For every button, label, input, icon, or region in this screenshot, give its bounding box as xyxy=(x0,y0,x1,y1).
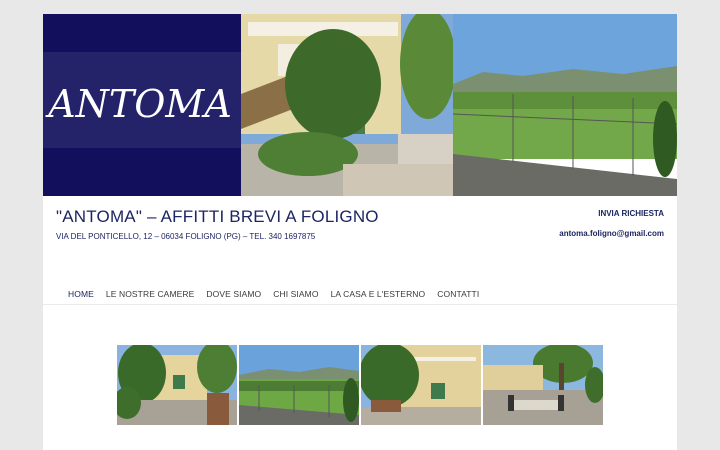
email-link[interactable]: antoma.foligno@gmail.com xyxy=(559,229,664,238)
nav-item-chi-siamo[interactable]: CHI SIAMO xyxy=(273,289,318,299)
photo-gallery xyxy=(117,345,603,425)
site-description: VIA DEL PONTICELLO, 12 – 06034 FOLIGNO (… xyxy=(56,232,316,241)
header-banner[interactable]: ANTOMA xyxy=(43,14,677,196)
patio-table-photo[interactable] xyxy=(483,345,603,425)
site-title[interactable]: "ANTOMA" – AFFITTI BREVI A FOLIGNO xyxy=(56,207,379,227)
nav-item-camere[interactable]: LE NOSTRE CAMERE xyxy=(106,289,195,299)
nav-item-home[interactable]: HOME xyxy=(68,289,94,299)
page-container: ANTOMA "ANTOMA" – AFFITTI BREVI A FOLIGN… xyxy=(43,14,677,450)
nav-item-contatti[interactable]: CONTATTI xyxy=(437,289,479,299)
house-garden-photo[interactable] xyxy=(117,345,237,425)
header-contact: INVIA RICHIESTA antoma.foligno@gmail.com xyxy=(559,209,664,238)
nav-item-dove-siamo[interactable]: DOVE SIAMO xyxy=(206,289,261,299)
logo-text: ANTOMA xyxy=(45,82,232,126)
banner-image: ANTOMA xyxy=(43,14,677,196)
house-terrace-photo[interactable] xyxy=(361,345,481,425)
request-link[interactable]: INVIA RICHIESTA xyxy=(559,209,664,218)
main-navigation: HOME LE NOSTRE CAMERE DOVE SIAMO CHI SIA… xyxy=(43,283,677,305)
nav-item-casa-esterno[interactable]: LA CASA E L'ESTERNO xyxy=(331,289,426,299)
fenced-field-photo[interactable] xyxy=(239,345,359,425)
